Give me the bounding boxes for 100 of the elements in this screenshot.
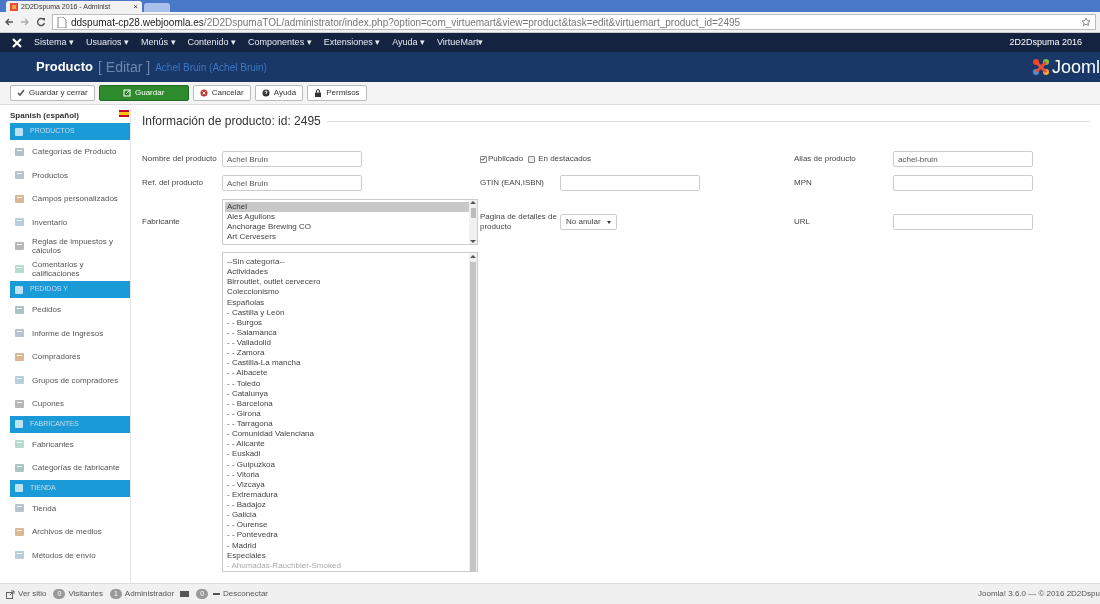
field-label: Publicado	[488, 154, 524, 164]
edit-icon	[123, 89, 131, 97]
star-icon	[1081, 17, 1091, 27]
menu-item-icon	[15, 462, 24, 473]
page-title: Producto	[36, 58, 94, 77]
list-option[interactable]: - Galicia	[227, 510, 469, 521]
list-option[interactable]: Birroutlet, outlet cervecero	[227, 277, 469, 288]
list-option[interactable]: - - Vizcaya	[227, 479, 469, 490]
status-link[interactable]: Desconectar	[223, 588, 268, 600]
list-option[interactable]: - - Tarragona	[227, 419, 469, 430]
status-link[interactable]: Ver sitio	[18, 588, 47, 600]
list-option[interactable]: - - Valladolid	[227, 338, 469, 349]
toolbar-button[interactable]: Permisos	[307, 85, 367, 101]
menu-item[interactable]: Contenido ▾	[187, 35, 237, 50]
list-option[interactable]: - - Guipuzkoa	[227, 459, 469, 470]
text-field[interactable]	[560, 175, 700, 191]
menu-item-icon	[15, 240, 24, 251]
menu-item-icon	[15, 439, 24, 450]
list-option[interactable]: - Extremadura	[227, 489, 469, 500]
menu-item-icon	[15, 375, 24, 386]
text-field[interactable]	[893, 175, 1033, 191]
list-option[interactable]: - - Vitoria	[227, 469, 469, 480]
new-tab-button[interactable]	[144, 3, 170, 12]
list-option[interactable]: Art Cervesers	[225, 232, 469, 242]
field-label: En destacados	[538, 154, 592, 164]
logo-text: Jooml	[1052, 55, 1100, 79]
address-bar[interactable]: ddspumat-cp28.webjoomla.es/2D2DspumaTOL/administrator/index.php?option=com_virtuemart&view=product&task=edit&virtuemart_product_id=2495	[52, 14, 1096, 30]
list-option[interactable]: - - Salamanca	[227, 327, 469, 338]
list-option[interactable]: - Castilla-La mancha	[227, 358, 469, 369]
list-option[interactable]: - - Toledo	[227, 378, 469, 389]
field-label: URL	[794, 217, 811, 227]
checkbox[interactable]	[480, 155, 487, 163]
menu-item[interactable]: Extensiones ▾	[323, 35, 381, 50]
field-label: Nombre del producto	[142, 154, 218, 164]
list-option[interactable]: - - Zamora	[227, 348, 469, 359]
section-icon	[14, 483, 24, 493]
scroll-up-icon	[470, 201, 476, 204]
manufacturer-listbox[interactable]: Achel Ales Agullons Anchorage Brewing CO Art Cervesers	[222, 199, 478, 245]
category-listbox[interactable]	[222, 252, 478, 572]
menu-item-icon	[15, 217, 24, 228]
scroll-thumb[interactable]	[470, 262, 476, 571]
list-option[interactable]: - - Ourense	[227, 520, 469, 531]
toolbar-button[interactable]: Ayuda	[254, 85, 304, 101]
scrollbar[interactable]	[469, 200, 477, 244]
text-field[interactable]: achel-bruin	[893, 151, 1033, 167]
menu-item[interactable]: Componentes ▾	[248, 35, 312, 50]
site-link[interactable]: 2D2Dspuma 2016	[1009, 35, 1088, 50]
list-option[interactable]: Ales Agullons	[225, 212, 469, 222]
scroll-up-icon	[470, 255, 476, 258]
list-option[interactable]: Españolas	[227, 297, 469, 308]
joomla-icon	[12, 37, 22, 48]
scroll-thumb[interactable]	[470, 208, 476, 218]
list-option[interactable]: - - Badajoz	[227, 500, 469, 511]
menu-item-icon	[15, 264, 24, 275]
toolbar-button[interactable]: Guardar	[98, 85, 189, 101]
text-field[interactable]: Achel Bruin	[222, 175, 362, 191]
list-option[interactable]: - Euskadi	[227, 449, 469, 460]
list-option[interactable]: Actividades	[227, 267, 469, 278]
toolbar-button[interactable]: Guardar y cerrar	[10, 85, 95, 101]
list-option[interactable]: Achel	[225, 202, 469, 212]
list-option[interactable]: - - Girona	[227, 408, 469, 419]
dropdown[interactable]: No anular	[560, 214, 617, 230]
list-option[interactable]: Especiales	[227, 550, 469, 561]
field-label: Alias de producto	[794, 154, 857, 164]
list-option[interactable]: - Castilla y León	[227, 307, 469, 318]
scrollbar[interactable]	[469, 253, 477, 571]
checkbox[interactable]	[528, 155, 536, 163]
section-icon	[14, 284, 24, 295]
list-option[interactable]: - Comunidad Valenciana	[227, 429, 469, 440]
text-field[interactable]	[893, 214, 1033, 230]
field-label: GTIN (EAN,ISBN)	[480, 178, 545, 188]
field-label: MPN	[794, 178, 813, 188]
list-option[interactable]: - - Albacete	[227, 368, 469, 379]
caret-icon	[606, 220, 611, 224]
url-text: ddspumat-cp28.webjoomla.es/2D2DspumaTOL/administrator/index.php?option=com_virtuemart&view=product&task=edit&virtuemart_product_id=2495	[71, 15, 741, 29]
list-option[interactable]: - Madrid	[227, 540, 469, 551]
toolbar-button[interactable]: Cancelar	[192, 85, 251, 101]
lock-icon	[314, 89, 323, 97]
list-option[interactable]: - Catalunya	[227, 388, 469, 399]
list-option[interactable]: - - Barcelona	[227, 398, 469, 409]
menu-item[interactable]: Menús ▾	[141, 35, 176, 50]
list-option[interactable]: - - Burgos	[227, 317, 469, 328]
check-icon	[17, 89, 25, 97]
field-label: Pagina de detalles de producto	[480, 212, 558, 232]
menu-item[interactable]: Usuarios ▾	[86, 35, 130, 50]
menu-item[interactable]: Ayuda ▾	[392, 35, 426, 50]
forward-icon	[20, 17, 30, 27]
menu-item[interactable]: VirtueMart▾	[437, 35, 484, 50]
list-option[interactable]: --Sin categoría--	[227, 257, 469, 268]
list-option[interactable]: - - Alicante	[227, 439, 469, 450]
list-option[interactable]: Coleccionismo	[227, 287, 469, 298]
menu-item[interactable]: Sistema ▾	[34, 35, 74, 50]
menu-item-icon	[15, 503, 24, 514]
list-option[interactable]: - - Pontevedra	[227, 530, 469, 541]
menu-item-icon	[15, 351, 24, 362]
text-field[interactable]: Achel Bruin	[222, 151, 362, 167]
version-text: Joomla! 3.6.0 — © 2016 2D2Dspu	[978, 588, 1100, 600]
list-option[interactable]: Anchorage Brewing CO	[225, 222, 469, 232]
close-icon[interactable]: ×	[133, 2, 138, 11]
menu-item-icon	[15, 146, 24, 157]
